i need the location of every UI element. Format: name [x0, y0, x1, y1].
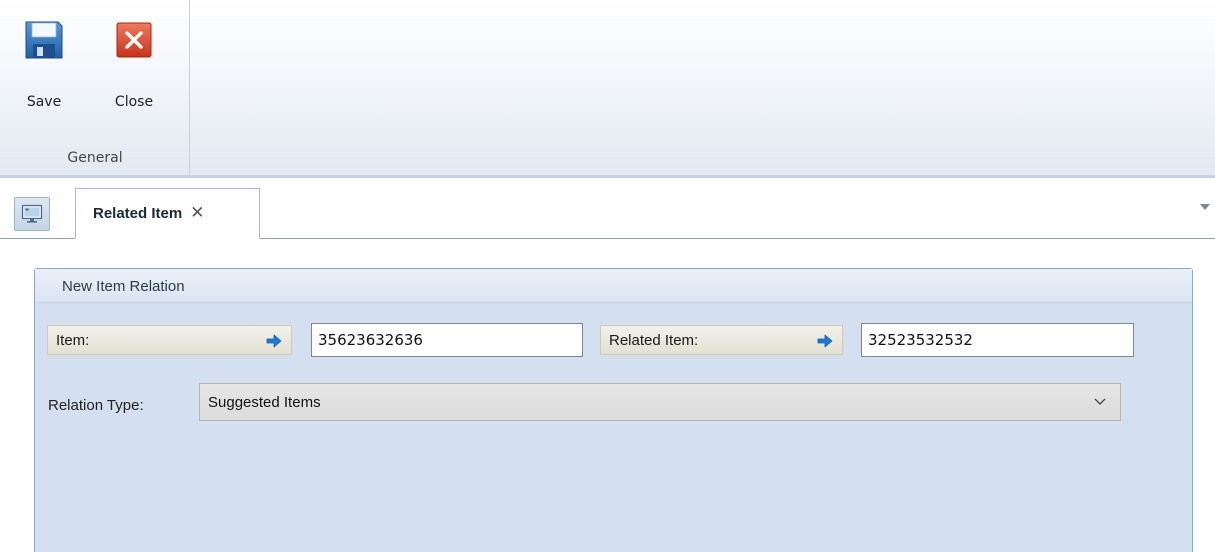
workspace-button[interactable]	[14, 197, 50, 231]
ribbon: Save Close General	[0, 0, 1215, 178]
form-content: New Item Relation Item: 35623632636 Rela…	[0, 240, 1215, 552]
monitor-icon	[21, 204, 43, 223]
relation-type-select[interactable]: Suggested Items	[199, 383, 1121, 421]
tab-strip: Related Item ✕	[0, 181, 1215, 239]
ribbon-group-label: General	[67, 150, 123, 166]
new-item-relation-panel: New Item Relation Item: 35623632636 Rela…	[34, 268, 1193, 552]
close-button[interactable]: Close	[104, 18, 164, 124]
relation-type-label: Relation Type:	[48, 397, 144, 414]
app-window: Save Close General Related Item ✕ New It…	[0, 0, 1215, 552]
related-item-input[interactable]: 32523532532	[861, 323, 1134, 357]
chevron-down-icon	[1094, 398, 1106, 405]
tab-related-item[interactable]: Related Item ✕	[75, 188, 260, 239]
floppy-disk-icon	[25, 21, 63, 59]
close-label: Close	[114, 94, 154, 110]
save-label: Save	[26, 94, 62, 110]
save-button[interactable]: Save	[14, 18, 74, 124]
related-item-label: Related Item:	[609, 331, 699, 349]
item-lookup-arrow-icon[interactable]	[265, 332, 283, 350]
tab-title: Related Item	[93, 205, 183, 222]
ribbon-group-general: Save Close General	[0, 0, 190, 175]
related-item-label-box: Related Item:	[600, 325, 843, 355]
item-label-box: Item:	[47, 325, 292, 355]
relation-type-value: Suggested Items	[208, 393, 321, 411]
close-x-icon	[116, 22, 152, 58]
panel-title: New Item Relation	[62, 278, 185, 295]
tab-close-icon[interactable]: ✕	[190, 205, 204, 222]
related-item-lookup-arrow-icon[interactable]	[816, 332, 834, 350]
panel-header: New Item Relation	[35, 269, 1192, 303]
item-label: Item:	[56, 331, 90, 349]
tab-list-dropdown-icon[interactable]	[1200, 204, 1210, 210]
item-input[interactable]: 35623632636	[311, 323, 583, 357]
